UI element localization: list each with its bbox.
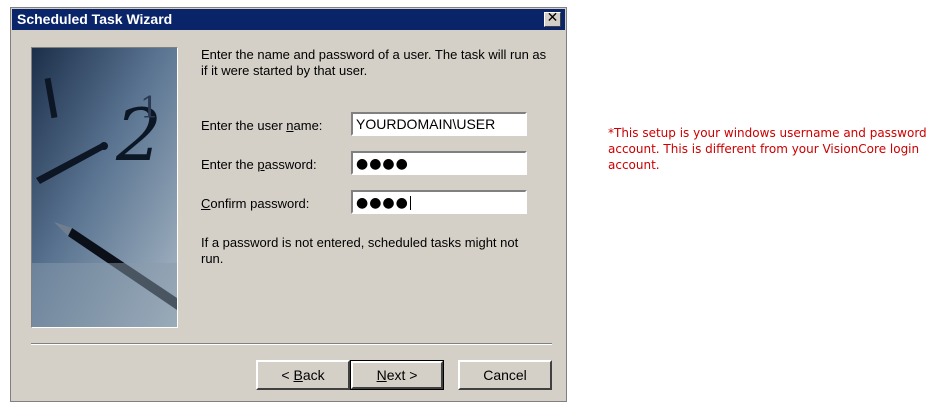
password-label: Enter the password: — [201, 157, 317, 172]
confirm-password-label: Confirm password: — [201, 196, 310, 211]
close-button[interactable]: ✕ — [544, 10, 561, 27]
confirm-password-value[interactable]: ●●●● — [356, 195, 409, 211]
wizard-illustration: 2 1 — [31, 47, 178, 328]
password-warning: If a password is not entered, scheduled … — [201, 235, 519, 266]
username-value[interactable]: YOURDOMAIN\USER — [356, 116, 495, 132]
separator — [31, 343, 552, 345]
cancel-button[interactable]: Cancel — [458, 360, 552, 390]
title-bar[interactable]: Scheduled Task Wizard ✕ — [12, 9, 565, 30]
password-input[interactable]: ●●●● — [351, 151, 527, 175]
svg-text:1: 1 — [140, 91, 159, 126]
back-button[interactable]: < Back — [256, 360, 350, 390]
text-caret — [409, 196, 411, 211]
username-label: Enter the user name: — [201, 118, 323, 133]
next-button[interactable]: Next > — [350, 360, 444, 390]
close-icon[interactable]: ✕ — [545, 10, 560, 26]
clock-and-pen-illustration: 2 1 — [32, 48, 177, 327]
wizard-window: Scheduled Task Wizard ✕ 2 1 Enter the na… — [10, 7, 567, 402]
password-value[interactable]: ●●●● — [356, 156, 409, 172]
intro-text: Enter the name and password of a user. T… — [201, 47, 547, 78]
username-input[interactable]: YOURDOMAIN\USER — [351, 112, 527, 136]
window-title: Scheduled Task Wizard — [17, 11, 173, 27]
confirm-password-input[interactable]: ●●●● — [351, 190, 527, 214]
side-note: *This setup is your windows username and… — [608, 126, 927, 172]
